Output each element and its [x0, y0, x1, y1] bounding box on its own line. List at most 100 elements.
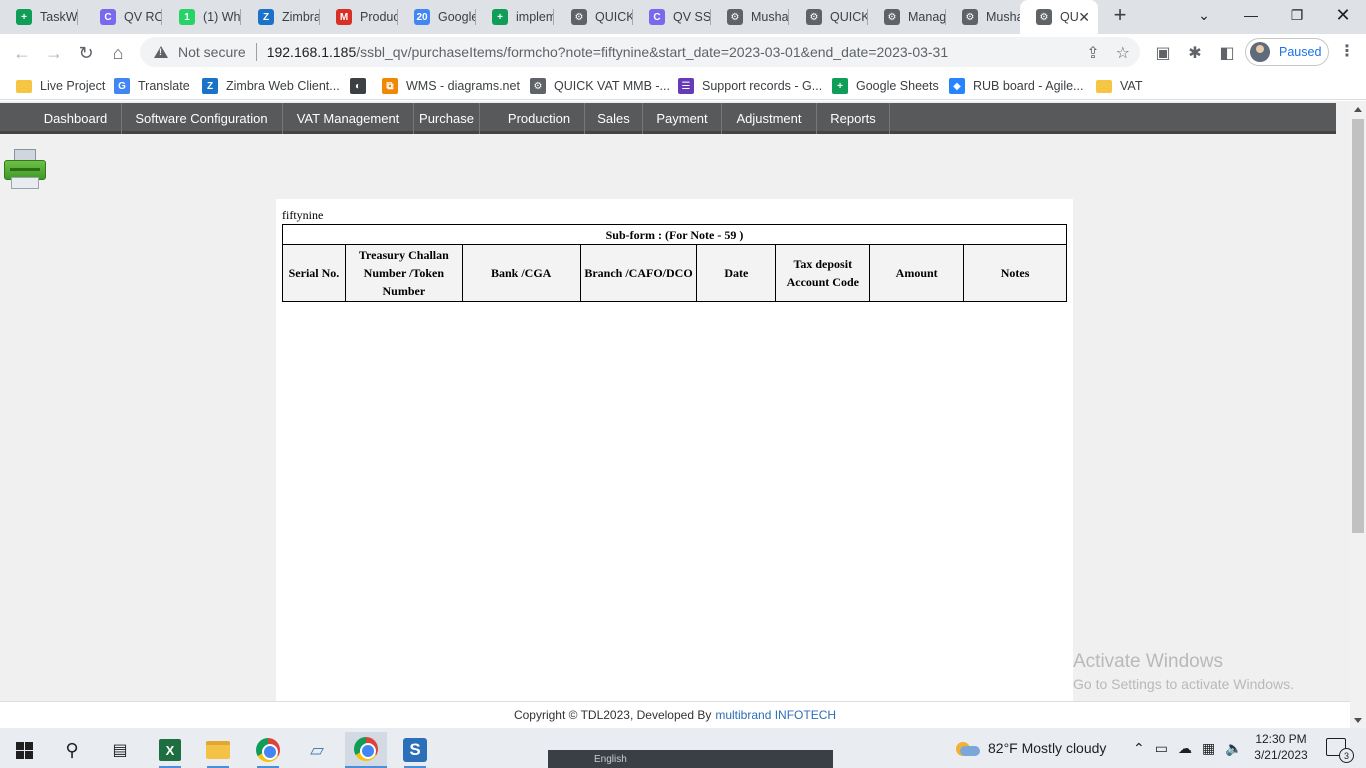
google-sheets-icon: +: [16, 9, 32, 25]
tab-divider: [161, 9, 162, 25]
tab-divider: [553, 9, 554, 25]
taskbar-thumbnail-preview: English: [548, 750, 833, 768]
browser-tab[interactable]: M Produc: [320, 0, 398, 34]
browser-tab[interactable]: ⚙ Manag: [868, 0, 946, 34]
printer-icon[interactable]: [3, 149, 47, 191]
nav-item-purchase[interactable]: Purchase: [414, 103, 480, 134]
scrollbar-thumb[interactable]: [1352, 119, 1364, 533]
excel-taskbar-button[interactable]: X: [149, 732, 191, 768]
partly-cloudy-icon: [956, 740, 980, 756]
tab-title: Mushal: [751, 10, 789, 24]
home-button[interactable]: ⌂: [105, 40, 131, 66]
side-panel-icon[interactable]: ◧: [1217, 43, 1237, 63]
bookmark-label: Zimbra Web Client...: [226, 79, 340, 93]
page-scrollbar[interactable]: [1350, 101, 1366, 728]
new-tab-button[interactable]: +: [1108, 4, 1132, 28]
search-button[interactable]: ⚲: [51, 732, 93, 768]
bookmark-item[interactable]: ◐: [350, 76, 374, 96]
nav-item-payment[interactable]: Payment: [643, 103, 722, 134]
column-header: Amount: [869, 244, 965, 302]
browser-tab[interactable]: ⚙ QUICK: [790, 0, 868, 34]
close-tab-icon[interactable]: ✕: [1078, 9, 1090, 26]
task-view-button[interactable]: ▤: [99, 732, 141, 768]
notification-center-icon[interactable]: 3: [1326, 738, 1354, 763]
close-window-button[interactable]: ✕: [1320, 0, 1366, 30]
url-text[interactable]: 192.168.1.185/ssbl_qv/purchaseItems/form…: [267, 44, 948, 60]
file-explorer-taskbar-button[interactable]: [197, 732, 239, 768]
bookmark-item[interactable]: ☰ Support records - G...: [678, 76, 822, 96]
browser-tab[interactable]: C QV RO: [84, 0, 162, 34]
bookmark-label: WMS - diagrams.net: [406, 79, 520, 93]
browser-tab[interactable]: ⚙ Mushal: [711, 0, 789, 34]
network-icon[interactable]: ▦: [1202, 740, 1215, 757]
google-translate-icon: G: [114, 78, 130, 94]
nav-item-sales[interactable]: Sales: [585, 103, 643, 134]
reload-button[interactable]: ↻: [73, 40, 99, 66]
start-button[interactable]: [3, 732, 45, 768]
gear-icon: ⚙: [1036, 9, 1052, 25]
tab-title: (1) Wh: [203, 10, 241, 24]
bookmark-item[interactable]: ⧉ WMS - diagrams.net: [382, 76, 520, 96]
maximize-button[interactable]: ❐: [1274, 0, 1320, 30]
browser-tab[interactable]: C QV SSE: [633, 0, 711, 34]
report-content: fiftynine Sub-form : (For Note - 59 ) Se…: [276, 199, 1073, 728]
scroll-up-arrow-icon[interactable]: [1354, 107, 1362, 112]
bookmark-item[interactable]: ⚙ QUICK VAT MMB -...: [530, 76, 670, 96]
chrome-active-taskbar-button[interactable]: [345, 732, 387, 768]
browser-tab[interactable]: Z Zimbra: [242, 0, 320, 34]
back-button[interactable]: ←: [9, 40, 35, 66]
nav-item-software-configuration[interactable]: Software Configuration: [121, 103, 283, 134]
forward-button[interactable]: →: [41, 40, 67, 66]
menu-icon[interactable]: ⋮: [1337, 42, 1357, 62]
profile-button[interactable]: Paused: [1245, 38, 1329, 66]
bookmark-item[interactable]: ◆ RUB board - Agile...: [949, 76, 1083, 96]
nav-item-adjustment[interactable]: Adjustment: [722, 103, 817, 134]
tab-search-button[interactable]: ⌄: [1181, 0, 1227, 30]
browser-tab[interactable]: ⚙ Musha: [946, 0, 1024, 34]
scroll-down-arrow-icon[interactable]: [1354, 718, 1362, 723]
bookmark-label: RUB board - Agile...: [973, 79, 1084, 93]
browser-tab[interactable]: ⚙ QUICK: [555, 0, 633, 34]
extension-icon[interactable]: ▣: [1153, 43, 1173, 63]
weather-text: 82°F Mostly cloudy: [988, 740, 1107, 756]
browser-tab[interactable]: 1 (1) Wh: [163, 0, 241, 34]
bookmark-item[interactable]: + Google Sheets: [832, 76, 939, 96]
bookmark-item[interactable]: VAT: [1096, 76, 1142, 96]
browser-tab[interactable]: + TaskWi: [0, 0, 78, 34]
watermark-title: Activate Windows: [1073, 651, 1223, 672]
bookmark-item[interactable]: Live Project: [16, 76, 105, 96]
nav-item-production[interactable]: Production: [494, 103, 585, 134]
weather-widget[interactable]: 82°F Mostly cloudy: [956, 728, 1106, 768]
gmail-icon: M: [336, 9, 352, 25]
nav-item-reports[interactable]: Reports: [817, 103, 890, 134]
browser-tab[interactable]: 20 Google: [398, 0, 476, 34]
column-header: Bank /CGA: [461, 244, 581, 302]
chrome-taskbar-button[interactable]: [247, 732, 289, 768]
minimize-button[interactable]: —: [1228, 0, 1274, 30]
tab-title: Zimbra: [282, 10, 320, 24]
browser-tab[interactable]: ⚙ QU ✕: [1020, 0, 1098, 34]
skype-taskbar-button[interactable]: S: [394, 732, 436, 768]
developer-link[interactable]: multibrand INFOTECH: [715, 708, 836, 722]
system-clock[interactable]: 12:30 PM 3/21/2023: [1249, 731, 1313, 763]
app-taskbar-button[interactable]: ▱: [296, 732, 338, 768]
onedrive-cloud-icon[interactable]: ☁: [1178, 740, 1192, 757]
address-bar[interactable]: Not secure 192.168.1.185/ssbl_qv/purchas…: [140, 37, 1140, 67]
bookmark-star-icon[interactable]: ☆: [1116, 43, 1130, 63]
clickup-icon: C: [649, 9, 665, 25]
globe-icon: ◐: [350, 78, 366, 94]
bookmark-item[interactable]: Z Zimbra Web Client...: [202, 76, 340, 96]
bookmark-item[interactable]: G Translate: [114, 76, 190, 96]
profile-status: Paused: [1279, 45, 1322, 59]
notification-count-badge: 3: [1339, 748, 1354, 763]
chevron-up-icon[interactable]: ⌃: [1133, 740, 1145, 757]
nav-item-dashboard[interactable]: Dashboard: [30, 103, 122, 134]
folder-icon: [206, 741, 230, 759]
share-icon[interactable]: ⇪: [1086, 43, 1099, 63]
volume-icon[interactable]: 🔈: [1225, 740, 1242, 757]
meet-now-icon[interactable]: ▭: [1155, 740, 1168, 757]
task-view-icon: ▤: [112, 742, 128, 759]
nav-item-vat-management[interactable]: VAT Management: [283, 103, 414, 134]
browser-tab[interactable]: + implem: [476, 0, 554, 34]
puzzle-icon[interactable]: ✱: [1185, 43, 1205, 63]
